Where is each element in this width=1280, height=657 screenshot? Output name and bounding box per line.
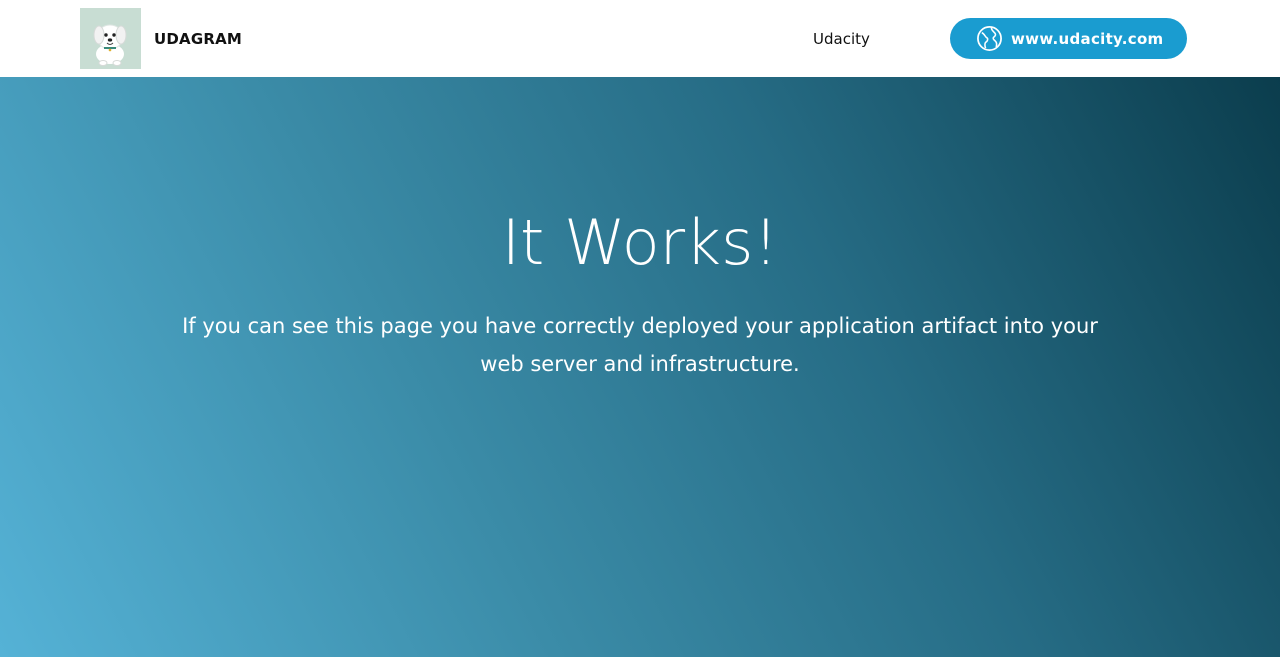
hero-section: It Works! If you can see this page you h… [0, 77, 1280, 657]
dog-icon [93, 24, 127, 66]
hero-title: It Works! [501, 206, 779, 279]
nav-link-udacity[interactable]: Udacity [813, 29, 870, 49]
top-navbar: UDAGRAM Udacity www.udacity.com [0, 0, 1280, 77]
cta-label: www.udacity.com [1011, 29, 1164, 48]
logo-link[interactable] [80, 8, 141, 69]
hero-description: If you can see this page you have correc… [182, 314, 1098, 376]
globe-icon [977, 26, 1002, 51]
brand-name[interactable]: UDAGRAM [154, 29, 242, 49]
udacity-website-button[interactable]: www.udacity.com [950, 18, 1187, 59]
